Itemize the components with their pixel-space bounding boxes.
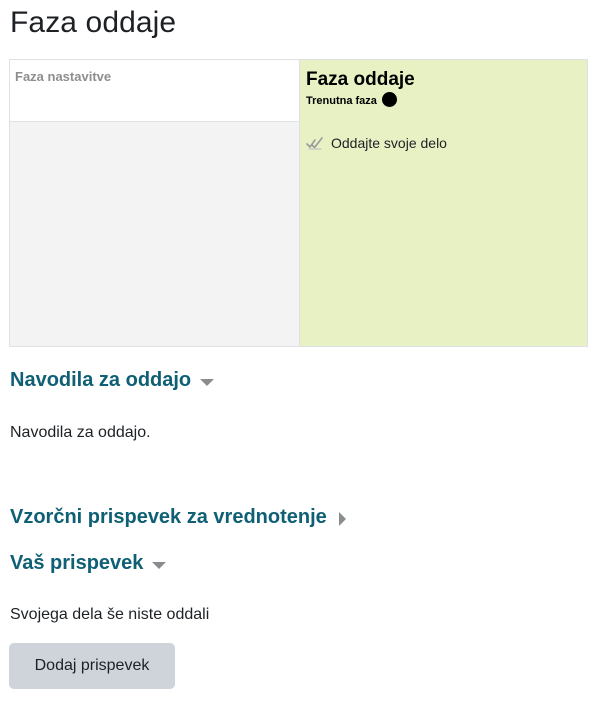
caret-down-icon	[200, 378, 215, 386]
submission-status: Svojega dela še niste oddali	[10, 606, 210, 623]
current-phase-dot-icon	[381, 91, 397, 107]
phase-table: Faza nastavitve Faza oddaje Trenutna faz…	[9, 59, 588, 347]
instructions-section-toggle[interactable]: Navodila za oddajo	[10, 369, 215, 392]
submission-section-toggle[interactable]: Vaš prispevek	[10, 552, 167, 575]
example-section-toggle[interactable]: Vzorčni prispevek za vrednotenje	[10, 506, 346, 529]
page-title: Faza oddaje	[10, 6, 177, 39]
example-heading: Vzorčni prispevek za vrednotenje	[10, 506, 327, 528]
phase-setup: Faza nastavitve	[10, 60, 300, 346]
phase-submission-header: Faza oddaje Trenutna faza	[300, 60, 587, 122]
instructions-heading: Navodila za oddajo	[10, 369, 192, 391]
current-phase-label: Trenutna faza	[306, 95, 377, 107]
caret-down-icon	[152, 561, 167, 569]
phase-setup-header: Faza nastavitve	[10, 60, 299, 122]
instructions-text: Navodila za oddajo.	[10, 424, 151, 441]
caret-right-icon	[338, 511, 346, 526]
phase-submission: Faza oddaje Trenutna faza Oddajte svoje …	[300, 60, 587, 346]
current-phase-indicator: Trenutna faza	[306, 91, 587, 107]
phase-submission-name: Faza oddaje	[306, 69, 415, 90]
task-label: Oddajte svoje delo	[331, 135, 447, 151]
submission-heading: Vaš prispevek	[10, 552, 144, 574]
add-submission-button[interactable]: Dodaj prispevek	[9, 643, 175, 689]
checkmark-icon	[306, 137, 323, 150]
phase-setup-name: Faza nastavitve	[15, 69, 112, 84]
task-item: Oddajte svoje delo	[306, 135, 447, 151]
